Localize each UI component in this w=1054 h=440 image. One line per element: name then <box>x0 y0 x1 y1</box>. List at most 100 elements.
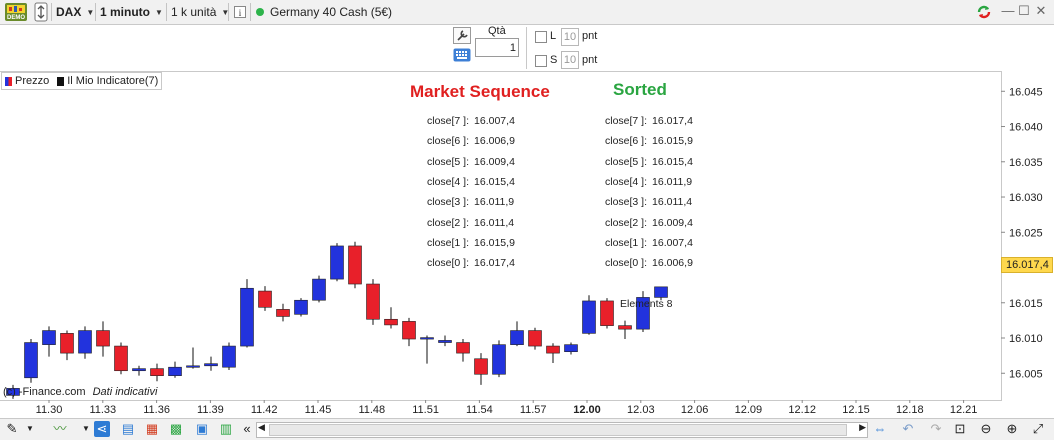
elements-label: Elements 8 <box>620 298 673 310</box>
candle-body <box>456 342 470 354</box>
row-value: 16.011,4 <box>474 216 515 229</box>
x-tick-label: 11.42 <box>251 404 278 416</box>
timeframe-dropdown[interactable]: 1 minuto ▼ <box>100 0 163 24</box>
time-axis[interactable]: 11.30 11.33 11.36 11.39 11.42 11.45 11.48 11.51… <box>0 400 1001 418</box>
scroll-right-icon[interactable]: ▶ <box>859 422 866 433</box>
list-icon[interactable]: ▦ <box>144 421 160 437</box>
candle-body <box>564 344 578 353</box>
candle-body <box>60 333 74 354</box>
units-dropdown[interactable]: 1 k unità ▼ <box>171 0 229 24</box>
demo-badge: DEMO <box>4 0 28 24</box>
candle-body <box>222 345 236 368</box>
candle-body <box>600 300 614 326</box>
redo-icon[interactable]: ↷ <box>928 421 944 437</box>
short-points-input[interactable]: 10 <box>561 51 579 69</box>
y-tick-label: 16.035 <box>1009 157 1043 169</box>
minimize-button[interactable]: — <box>1001 3 1015 19</box>
chart-legend[interactable]: Prezzo Il Mio Indicatore(7) <box>1 72 163 90</box>
row-label: close[6 ]: <box>605 135 648 148</box>
row-label: close[2 ]: <box>427 216 470 229</box>
row-value: 16.015,4 <box>474 175 515 188</box>
row-label: close[1 ]: <box>605 236 648 249</box>
market-sequence-row: close[5 ]: 16.009,4 <box>427 156 515 168</box>
candle-body <box>42 330 56 345</box>
price-axis[interactable]: 16.04516.04016.03516.03016.02516.02016.0… <box>1001 71 1054 401</box>
market-sequence-row: close[4 ]: 16.015,4 <box>427 176 515 188</box>
maximize-button[interactable]: ☐ <box>1017 3 1031 19</box>
chevron-down-icon: ▼ <box>155 7 163 17</box>
long-unit: pnt <box>582 30 598 42</box>
share-icon[interactable]: ⋖ <box>94 421 110 437</box>
keyboard-icon[interactable] <box>453 48 471 62</box>
chat-icon[interactable]: ▤ <box>120 421 136 437</box>
x-tick-label: 11.57 <box>520 404 547 416</box>
undo-icon[interactable]: ↶ <box>900 421 916 437</box>
market-sequence-row: close[7 ]: 16.007,4 <box>427 115 515 127</box>
current-price-tag: 16.017,4 <box>1001 257 1053 273</box>
legend-indicator: Il Mio Indicatore(7) <box>67 75 159 87</box>
fit-icon[interactable]: ⇔ <box>872 421 888 437</box>
zoom-in-icon[interactable]: ⊕ <box>1004 421 1020 437</box>
chart-scrollbar[interactable]: ◀ ▶ <box>256 422 868 438</box>
short-checkbox[interactable] <box>535 55 547 67</box>
x-tick-label: 12.21 <box>950 404 978 416</box>
zoom-out-icon[interactable]: ⊖ <box>978 421 994 437</box>
sorted-row: close[7 ]: 16.017,4 <box>605 115 693 127</box>
x-tick-label: 11.30 <box>36 404 63 416</box>
top-toolbar: DEMO DAX ▼ 1 minuto ▼ 1 k unità ▼ i Germany… <box>0 0 1054 25</box>
pencil-icon[interactable]: ✎ <box>4 421 20 437</box>
market-status: Germany 40 Cash (5€) <box>256 0 392 24</box>
x-tick-label: 12.18 <box>896 404 924 416</box>
x-tick-label: 12.06 <box>681 404 709 416</box>
candle-body <box>312 278 326 301</box>
sorted-row: close[1 ]: 16.007,4 <box>605 237 693 249</box>
row-value: 16.011,4 <box>652 196 693 209</box>
candle-body <box>204 363 218 367</box>
instrument-dropdown[interactable]: DAX ▼ <box>56 0 94 24</box>
candle-body <box>618 325 632 330</box>
row-value: 16.009,4 <box>652 216 693 229</box>
candle-body <box>258 290 272 308</box>
qty-input[interactable]: 1 <box>475 38 519 57</box>
watermark: (c) -Finance.com Dati indicativi <box>3 386 157 398</box>
close-button[interactable]: ✕ <box>1034 3 1048 19</box>
legend-price: Prezzo <box>15 75 50 87</box>
demo-icon: DEMO <box>5 3 27 21</box>
grid-icon[interactable]: ▩ <box>168 421 184 437</box>
scrollbar-thumb[interactable] <box>269 424 847 436</box>
row-value: 16.007,4 <box>474 115 515 127</box>
y-tick-label: 16.005 <box>1009 368 1043 380</box>
candle-body <box>348 245 362 285</box>
row-label: close[5 ]: <box>427 155 470 168</box>
zoom-box-icon[interactable]: ⊡ <box>952 421 968 437</box>
chevron-down-icon[interactable]: ▼ <box>22 421 38 437</box>
candle-body <box>582 300 596 334</box>
wrench-icon[interactable] <box>453 27 471 44</box>
info-icon[interactable]: i <box>234 0 246 24</box>
candle-body <box>186 365 200 368</box>
sync-icon[interactable] <box>34 0 48 24</box>
indicator-chart-icon[interactable]: 〰 <box>52 421 68 437</box>
chevron-down-icon[interactable]: ▼ <box>78 421 94 437</box>
units-label: 1 k unità <box>171 5 217 19</box>
screener-icon[interactable]: ▣ <box>194 421 210 437</box>
time-axis-svg: 11.30 11.33 11.36 11.39 11.42 11.45 11.48 11.51… <box>36 400 978 416</box>
candle-body <box>150 368 164 376</box>
row-label: close[3 ]: <box>605 196 648 209</box>
long-checkbox[interactable] <box>535 31 547 43</box>
candle-body <box>276 309 290 317</box>
calculator-icon[interactable]: ▥ <box>218 421 234 437</box>
row-value: 16.011,9 <box>652 175 693 188</box>
scroll-left-icon[interactable]: ◀ <box>258 422 265 433</box>
candle-body <box>330 245 344 280</box>
collapse-left-icon[interactable]: « <box>239 421 255 437</box>
x-tick-label: 11.51 <box>412 404 439 416</box>
sorted-title: Sorted <box>613 80 667 99</box>
fullscreen-icon[interactable]: ⤢ <box>1030 421 1046 437</box>
row-label: close[5 ]: <box>605 155 648 168</box>
long-points-input[interactable]: 10 <box>561 28 579 46</box>
x-tick-label: 12.15 <box>842 404 870 416</box>
indicator-swatch-icon <box>57 76 65 86</box>
refresh-icon[interactable] <box>976 0 992 24</box>
bottom-toolbar: ✎ ▼ 〰 ▼ ⋖ ▤ ▦ ▩ ▣ ▥ « ◀ ▶ ⇔ ↶ ↷ ⊡ ⊖ ⊕ ⤢ <box>0 418 1054 440</box>
